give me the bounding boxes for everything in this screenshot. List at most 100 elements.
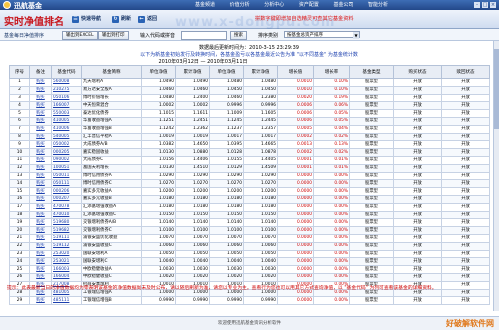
search-button[interactable]: 搜索 <box>230 31 247 40</box>
table-row[interactable]: 12 购买 100051 富国天利增长 1.0130 1.4510 1.0129 1.4509… <box>9 163 490 173</box>
buy-link[interactable]: 购买 <box>29 101 52 111</box>
col-header[interactable]: 购买状态 <box>393 65 442 79</box>
buy-link[interactable]: 购买 <box>29 194 52 204</box>
buy-link[interactable]: 购买 <box>29 241 52 251</box>
fund-code-link[interactable]: 550003 <box>51 109 82 118</box>
col-header[interactable]: 单位净值 <box>209 65 244 79</box>
fund-code-link[interactable]: 000205 <box>51 148 82 157</box>
fund-code-link[interactable]: 166003 <box>51 265 82 274</box>
col-header[interactable]: 累计净值 <box>175 65 210 79</box>
buy-link[interactable]: 购买 <box>29 116 52 126</box>
table-row[interactable]: 15 购买 000206 嘉实多元收益A 1.0200 1.0200 1.0200 1.020… <box>9 187 490 196</box>
buy-link[interactable]: 购买 <box>29 179 52 189</box>
col-header[interactable]: 增长值 <box>277 65 314 79</box>
close-button[interactable]: × <box>490 2 496 8</box>
menu-item[interactable]: 基金频道 <box>195 2 215 8</box>
fund-code-link[interactable]: 000207 <box>51 194 82 204</box>
table-row[interactable]: 14 购买 050111 博时信用债券C 1.0270 1.0270 1.0270 1.027… <box>9 179 490 189</box>
buy-link[interactable]: 购买 <box>29 155 52 165</box>
table-row[interactable]: 22 购买 519112 浦银安盛收益C 1.0060 1.0060 1.0060 1.006… <box>9 241 490 251</box>
col-header[interactable]: 赎回状态 <box>441 65 490 79</box>
fund-code-link[interactable]: 410005 <box>51 116 82 126</box>
col-header[interactable]: 备注 <box>29 65 52 79</box>
fund-code-link[interactable]: 253020 <box>51 249 82 259</box>
maximize-button[interactable]: □ <box>482 2 488 8</box>
table-row[interactable]: 18 购买 470010 汇添富增强收益C 1.0150 1.0150 1.0150 1.01… <box>9 210 490 220</box>
table-row[interactable]: 7 购买 410006 华富收益增强B 1.1242 1.2362 1.1237 1.2357… <box>9 124 490 134</box>
fund-code-link[interactable]: 050011 <box>51 171 82 181</box>
fund-code-link[interactable]: 166004 <box>51 272 82 282</box>
table-row[interactable]: 6 购买 410005 华富收益增强A 1.1251 1.2451 1.1245 1.2445… <box>9 116 490 126</box>
buy-link[interactable]: 购买 <box>29 272 52 282</box>
fund-code-link[interactable]: 090002 <box>51 155 82 165</box>
menu-item[interactable]: 资产配置 <box>299 2 319 8</box>
col-header[interactable]: 增长率 <box>313 65 350 79</box>
buy-link[interactable]: 购买 <box>29 226 52 235</box>
table-row[interactable]: 16 购买 000207 嘉实多元收益B 1.0180 1.0180 1.0180 1.018… <box>9 194 490 204</box>
quick-nav-button[interactable]: ☰ 快速导航 <box>72 15 101 24</box>
buy-link[interactable]: 购买 <box>29 249 52 259</box>
buy-link[interactable]: 购买 <box>29 132 52 142</box>
fund-code-link[interactable]: 050106 <box>51 93 82 103</box>
fund-code-link[interactable]: 519682 <box>51 226 82 235</box>
buy-link[interactable]: 购买 <box>29 171 52 181</box>
buy-link[interactable]: 购买 <box>29 210 52 220</box>
code-search-input[interactable] <box>181 31 227 40</box>
fund-code-link[interactable]: 000206 <box>51 187 82 196</box>
table-row[interactable]: 25 购买 166003 中欧稳健收益A 1.0030 1.0030 1.0030 1.003… <box>9 265 490 274</box>
buy-link[interactable]: 购买 <box>29 265 52 274</box>
fund-code-link[interactable]: 519680 <box>51 218 82 228</box>
buy-link[interactable]: 购买 <box>29 296 52 306</box>
buy-link[interactable]: 购买 <box>29 257 52 267</box>
table-row[interactable]: 1 购买 560008 九天增利A 1.0490 1.0490 1.0480 1.0480 0.… <box>9 78 490 87</box>
fund-code-link[interactable]: 100051 <box>51 163 82 173</box>
fund-code-link[interactable]: 410006 <box>51 124 82 134</box>
buy-link[interactable]: 购买 <box>29 233 52 243</box>
table-row[interactable]: 9 购买 050002 大成债券A/B 1.0382 1.4650 1.0395 1.4665… <box>9 140 490 150</box>
table-row[interactable]: 24 购买 253021 国联安增利C 1.0040 1.0040 1.0040 1.0040… <box>9 257 490 267</box>
fund-code-link[interactable]: 519112 <box>51 241 82 251</box>
fund-code-link[interactable]: 253021 <box>51 257 82 267</box>
fund-code-link[interactable]: 470078 <box>51 202 82 212</box>
table-row[interactable]: 13 购买 050011 博时信用债券A 1.0290 1.0290 1.0290 1.029… <box>9 171 490 181</box>
menu-item[interactable]: 基金公司 <box>333 2 353 8</box>
table-row[interactable]: 29 购买 485111 工银瑞信增强B 0.9990 0.9990 0.9990 0.999… <box>9 296 490 306</box>
print-button[interactable]: 输出到打印 <box>98 31 129 40</box>
back-button[interactable]: ← 返回 <box>138 15 157 24</box>
scrollbar-thumb[interactable] <box>494 49 499 129</box>
refresh-button[interactable]: ↻ 刷新 <box>112 15 131 24</box>
menu-item[interactable]: 分析中心 <box>264 2 284 8</box>
buy-link[interactable]: 购买 <box>29 140 52 150</box>
fund-code-link[interactable]: 470010 <box>51 210 82 220</box>
export-excel-button[interactable]: 输出到EXCEL <box>62 31 98 40</box>
table-row[interactable]: 3 购买 050106 博时价值增长 1.0480 1.2400 1.0460 1.2380 0… <box>9 93 490 103</box>
fund-code-link[interactable]: 485111 <box>51 296 82 306</box>
buy-link[interactable]: 购买 <box>29 93 52 103</box>
table-row[interactable]: 19 购买 519680 交银增利债券A/B 1.0140 1.0140 1.0140 1.0… <box>9 218 490 228</box>
col-header[interactable]: 基金简称 <box>81 65 142 79</box>
table-row[interactable]: 20 购买 519682 交银增利债券C 1.0100 1.0100 1.0100 1.010… <box>9 226 490 235</box>
col-header[interactable]: 单位净值 <box>141 65 176 79</box>
table-row[interactable]: 2 购买 210275 易方达安全股A 1.0460 1.0460 1.0450 1.0450… <box>9 85 490 95</box>
buy-link[interactable]: 购买 <box>29 163 52 173</box>
fund-code-link[interactable]: 519111 <box>51 233 82 243</box>
sort-select[interactable]: 按基金总资产排序 ▼ <box>284 31 360 39</box>
table-row[interactable]: 4 购买 166007 中天恒荣混合 1.0002 1.0002 0.9996 0.9996 0… <box>9 101 490 111</box>
fund-code-link[interactable]: 050002 <box>51 140 82 150</box>
fund-code-link[interactable]: 050111 <box>51 179 82 189</box>
buy-link[interactable]: 购买 <box>29 124 52 134</box>
buy-link[interactable]: 购买 <box>29 202 52 212</box>
col-header[interactable]: 序号 <box>9 65 30 79</box>
buy-link[interactable]: 购买 <box>29 218 52 228</box>
minimize-button[interactable]: - <box>474 2 480 8</box>
buy-link[interactable]: 购买 <box>29 148 52 157</box>
table-row[interactable]: 26 购买 166004 中欧稳健收益C 1.0020 1.0020 1.0020 1.002… <box>9 272 490 282</box>
tab-daily-ranking[interactable]: 基金每日净值排序 <box>4 32 44 39</box>
fund-code-link[interactable]: 210275 <box>51 85 82 95</box>
menu-item[interactable]: 价值分析 <box>230 2 250 8</box>
vertical-scrollbar[interactable] <box>493 41 499 311</box>
buy-link[interactable]: 购买 <box>29 109 52 118</box>
fund-code-link[interactable]: 560008 <box>51 78 82 87</box>
buy-link[interactable]: 购买 <box>29 78 52 87</box>
fund-code-link[interactable]: 540005 <box>51 132 82 142</box>
